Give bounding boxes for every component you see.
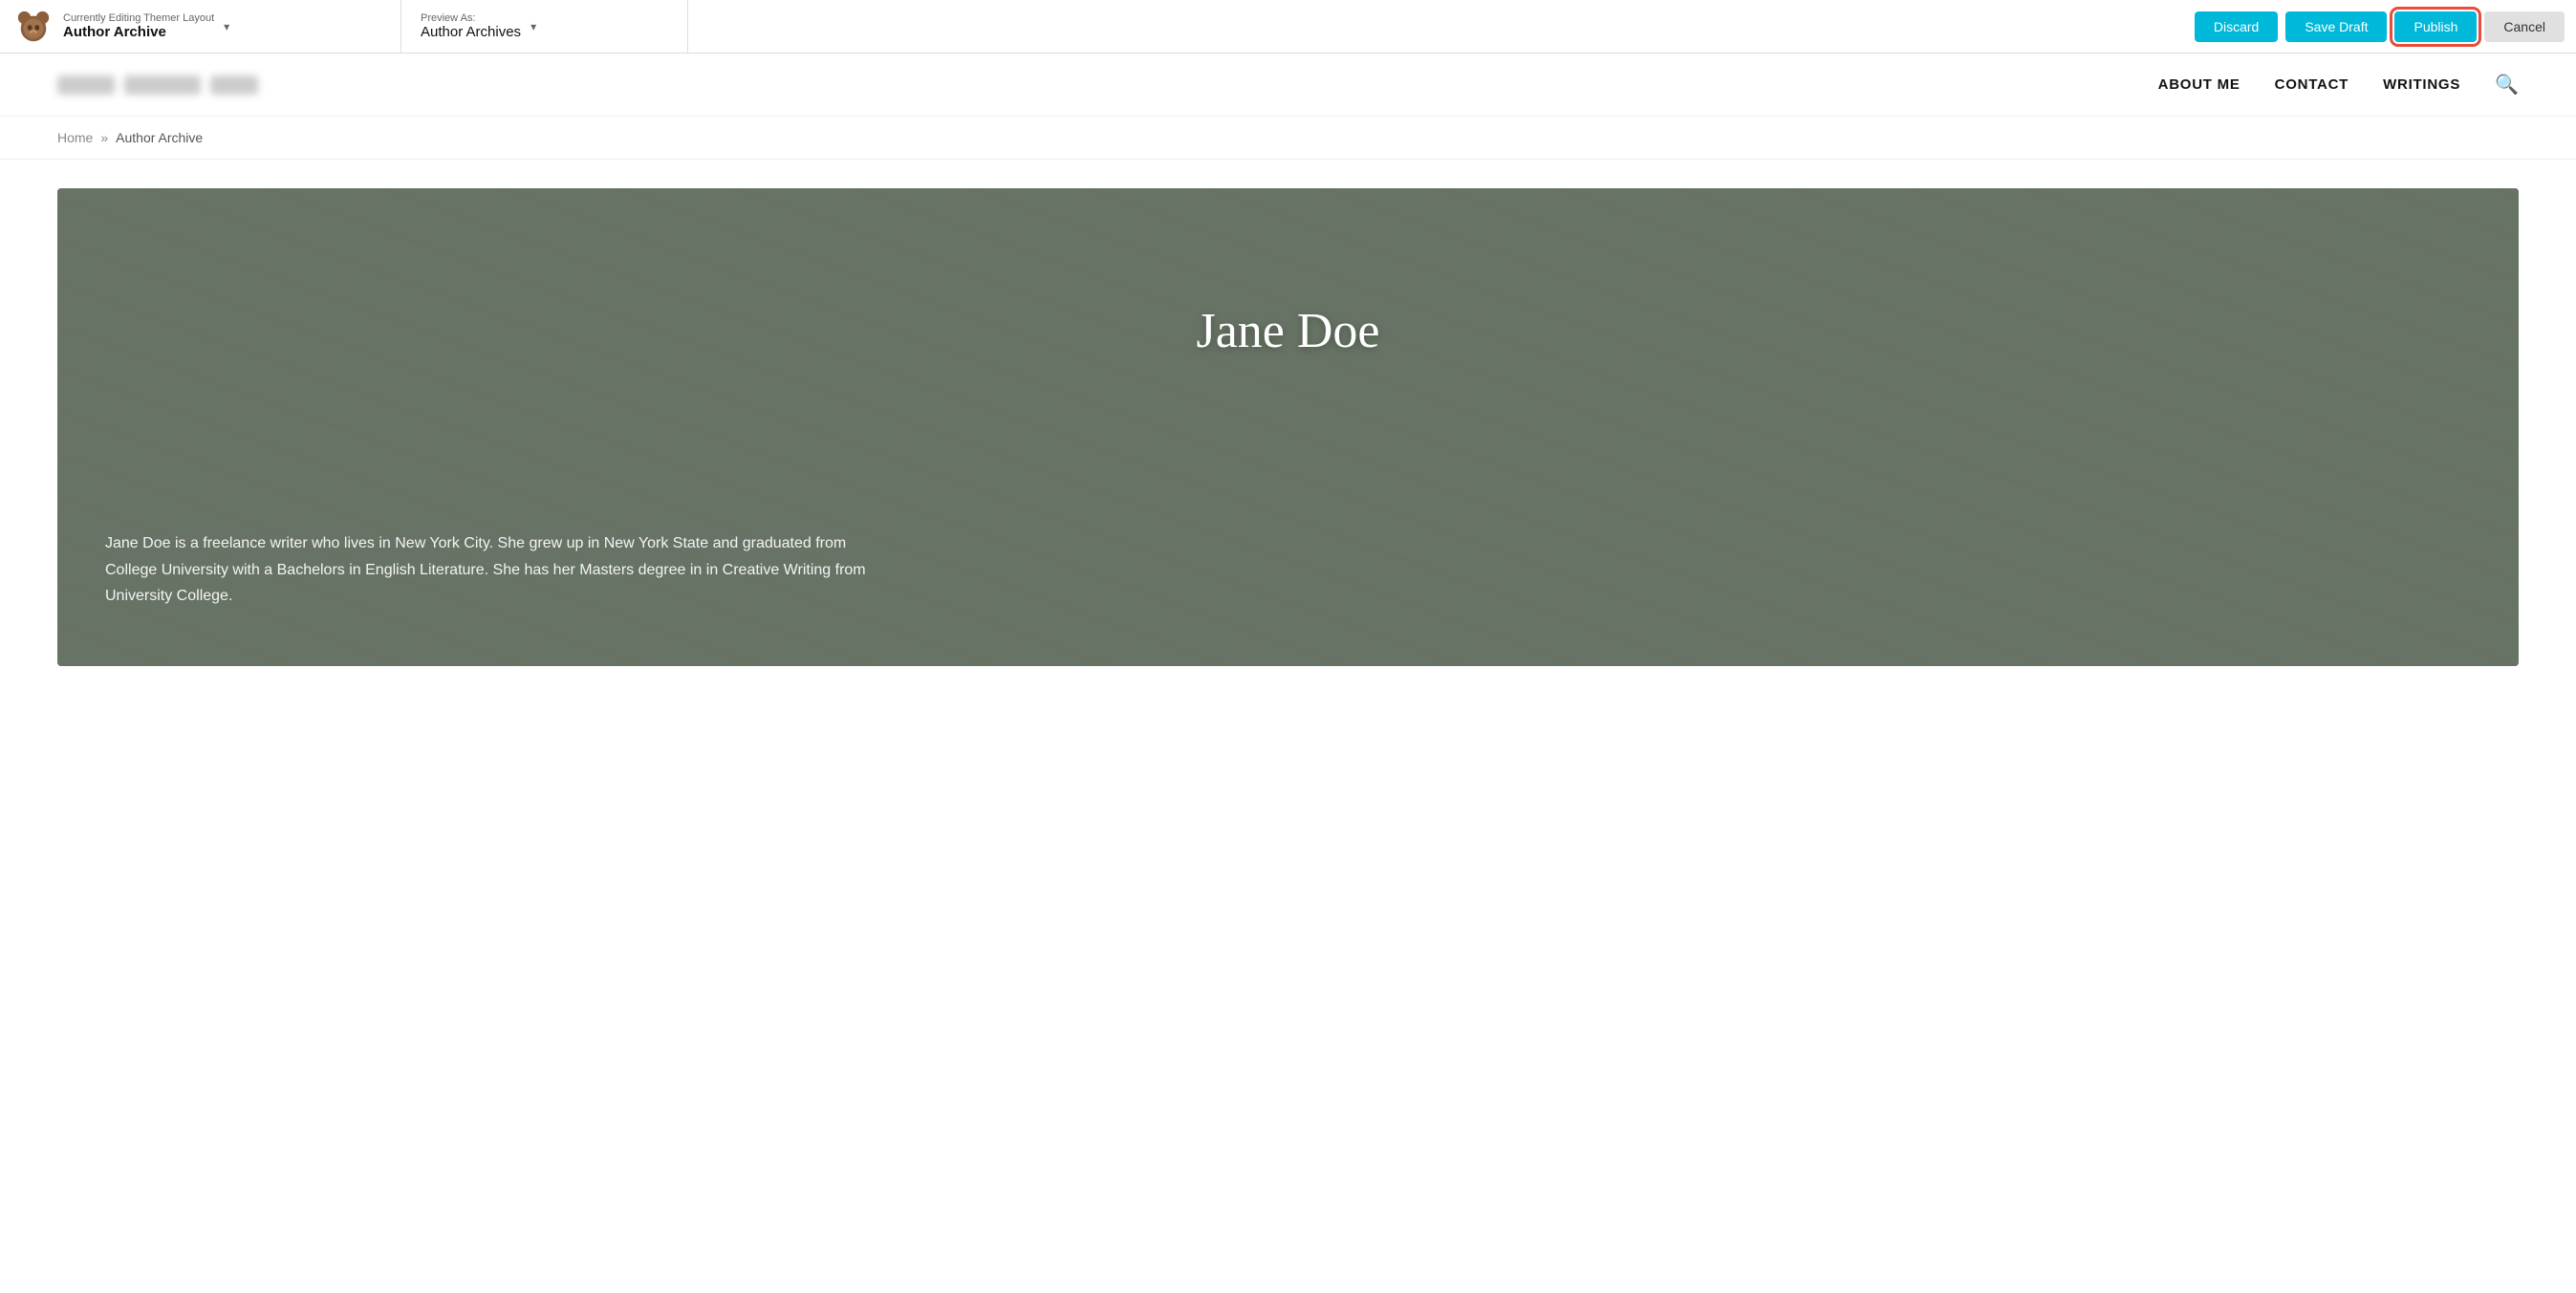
save-draft-button[interactable]: Save Draft — [2285, 11, 2387, 42]
breadcrumb: Home » Author Archive — [0, 117, 2576, 160]
editing-label: Currently Editing Themer Layout — [63, 12, 214, 24]
breadcrumb-current: Author Archive — [116, 130, 203, 145]
hero-name: Jane Doe — [105, 303, 2471, 359]
nav-about-me[interactable]: ABOUT ME — [2158, 76, 2240, 93]
preview-label: Preview As: — [421, 12, 521, 24]
site-logo — [57, 75, 258, 95]
toolbar-editing-section: Currently Editing Themer Layout Author A… — [0, 0, 401, 53]
hero-bio: Jane Doe is a freelance writer who lives… — [105, 530, 870, 628]
hero-section: Jane Doe Jane Doe is a freelance writer … — [57, 188, 2519, 666]
toolbar-actions: Discard Save Draft Publish Cancel — [2183, 11, 2576, 42]
cancel-button[interactable]: Cancel — [2484, 11, 2565, 42]
breadcrumb-home[interactable]: Home — [57, 130, 93, 145]
logo-blur-1 — [57, 75, 115, 95]
hero-content: Jane Doe Jane Doe is a freelance writer … — [57, 188, 2519, 666]
publish-button[interactable]: Publish — [2394, 11, 2477, 42]
site-header: ABOUT ME CONTACT WRITINGS 🔍 — [0, 54, 2576, 117]
search-icon: 🔍 — [2495, 75, 2519, 96]
breadcrumb-separator: » — [100, 130, 108, 145]
editing-dropdown-icon[interactable]: ▾ — [224, 20, 229, 33]
themer-logo — [15, 9, 52, 45]
preview-title: Author Archives — [421, 24, 521, 40]
discard-button[interactable]: Discard — [2195, 11, 2278, 42]
search-button[interactable]: 🔍 — [2495, 73, 2519, 97]
logo-blur-2 — [124, 75, 201, 95]
toolbar: Currently Editing Themer Layout Author A… — [0, 0, 2576, 54]
nav-writings[interactable]: WRITINGS — [2383, 76, 2460, 93]
editing-info: Currently Editing Themer Layout Author A… — [63, 12, 214, 40]
toolbar-preview-section: Preview As: Author Archives ▾ — [401, 0, 688, 53]
nav-contact[interactable]: CONTACT — [2275, 76, 2349, 93]
preview-info: Preview As: Author Archives — [421, 12, 521, 40]
logo-blur-3 — [210, 75, 258, 95]
preview-dropdown-icon[interactable]: ▾ — [530, 20, 536, 33]
editing-title: Author Archive — [63, 24, 214, 40]
site-nav: ABOUT ME CONTACT WRITINGS 🔍 — [2158, 73, 2519, 97]
